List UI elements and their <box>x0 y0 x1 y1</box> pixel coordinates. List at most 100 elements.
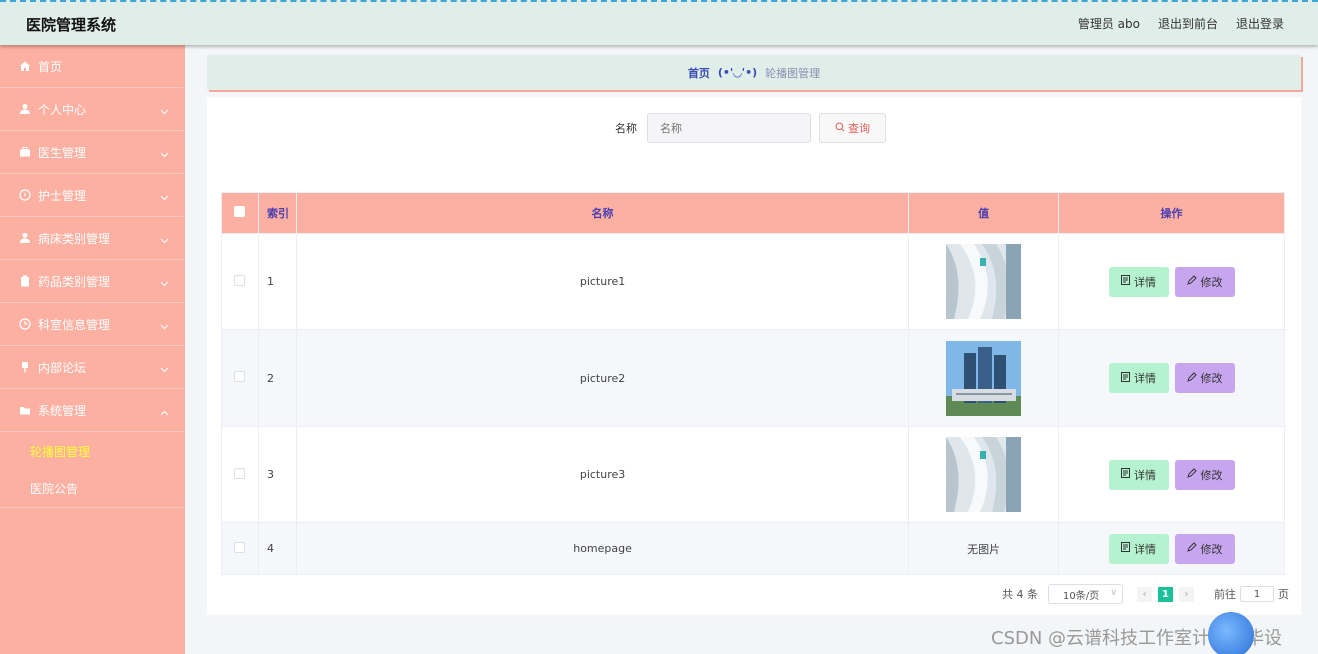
chevron-down-icon <box>160 362 169 376</box>
chevron-down-icon: ∨ <box>1110 588 1117 598</box>
select-all-checkbox[interactable] <box>234 206 246 217</box>
document-icon <box>1121 468 1131 481</box>
row-checkbox[interactable] <box>234 541 246 553</box>
row-name: picture2 <box>295 329 910 427</box>
pagination: 共 4 条 10条/页 ∨ ‹ 1 › 前往 1 页 <box>1002 584 1289 604</box>
goto-page-input[interactable]: 1 <box>1240 586 1274 602</box>
sidebar-item-label: 首页 <box>38 59 63 74</box>
row-name: homepage <box>295 522 910 575</box>
pagination-total: 共 4 条 <box>1002 588 1038 601</box>
chevron-down-icon <box>160 233 169 247</box>
sidebar-item-profile[interactable]: 个人中心 <box>0 88 185 131</box>
pin-icon <box>18 360 32 374</box>
chevron-down-icon <box>160 319 169 333</box>
detail-button[interactable]: 详情 <box>1108 533 1169 564</box>
home-icon <box>18 59 32 73</box>
front-page-link[interactable]: 退出到前台 <box>1158 15 1218 32</box>
detail-button[interactable]: 详情 <box>1108 459 1169 490</box>
select-all-cell <box>221 192 259 234</box>
document-icon <box>1121 371 1131 385</box>
chevron-up-icon <box>160 405 169 419</box>
breadcrumb-home[interactable]: 首页 <box>688 65 710 81</box>
edit-button[interactable]: 修改 <box>1174 363 1235 393</box>
column-header-actions: 操作 <box>1058 192 1285 234</box>
detail-button-label: 详情 <box>1134 372 1157 385</box>
detail-button-label: 详情 <box>1134 468 1157 482</box>
column-header-name: 名称 <box>295 192 910 234</box>
compass-icon <box>18 188 32 202</box>
row-index: 1 <box>257 233 297 330</box>
edit-button-label: 修改 <box>1200 275 1223 289</box>
clock-icon <box>18 317 32 331</box>
goto-label: 前往 <box>1214 588 1236 601</box>
chevron-down-icon <box>160 276 169 290</box>
edit-button[interactable]: 修改 <box>1174 533 1235 564</box>
column-header-value: 值 <box>908 192 1060 234</box>
column-header-index: 索引 <box>257 192 297 234</box>
page-size-select[interactable]: 10条/页 ∨ <box>1048 584 1123 604</box>
content-panel: 名称 查询 索引 名称 值 操作 1 picture1 <box>207 97 1301 615</box>
sidebar-item-label: 病床类别管理 <box>38 231 111 246</box>
logout-link[interactable]: 退出登录 <box>1236 15 1284 32</box>
sidebar-subitem-announcements[interactable]: 医院公告 <box>0 470 185 508</box>
search-bar: 名称 查询 <box>615 113 886 143</box>
chevron-down-icon <box>160 147 169 161</box>
sidebar-item-departments[interactable]: 科室信息管理 <box>0 303 185 346</box>
detail-button-label: 详情 <box>1134 542 1157 556</box>
edit-button[interactable]: 修改 <box>1174 459 1235 490</box>
detail-button[interactable]: 详情 <box>1108 363 1169 393</box>
sidebar-item-label: 科室信息管理 <box>38 317 111 332</box>
briefcase-icon <box>18 145 32 159</box>
sidebar-item-system[interactable]: 系统管理 <box>0 389 185 432</box>
prev-page-button[interactable]: ‹ <box>1137 586 1152 602</box>
sidebar-item-forum[interactable]: 内部论坛 <box>0 346 185 389</box>
sidebar-item-drug-categories[interactable]: 药品类别管理 <box>0 260 185 303</box>
breadcrumb-separator: (•'◡'•) <box>717 66 758 79</box>
row-name: picture3 <box>295 426 910 523</box>
sidebar-item-label: 药品类别管理 <box>38 274 111 289</box>
edit-icon <box>1186 468 1197 481</box>
sidebar-item-home[interactable]: 首页 <box>0 45 185 88</box>
chevron-down-icon <box>160 190 169 204</box>
edit-button-label: 修改 <box>1200 372 1223 385</box>
row-checkbox[interactable] <box>234 371 246 382</box>
sidebar: 首页 个人中心 医生管理 护士管理 病床类别管理 药品类别管理 科室信息管理 内… <box>0 45 185 654</box>
sidebar-item-label: 个人中心 <box>38 102 87 117</box>
edit-button-label: 修改 <box>1200 542 1223 556</box>
table-row: 3 picture3 详情 修改 <box>221 426 1285 523</box>
next-page-button[interactable]: › <box>1179 586 1194 602</box>
table-row: 4 homepage 无图片 详情 修改 <box>221 522 1285 575</box>
edit-icon <box>1186 542 1197 555</box>
sidebar-item-doctors[interactable]: 医生管理 <box>0 131 185 174</box>
page-size-value: 10条/页 <box>1063 590 1100 602</box>
name-search-input[interactable] <box>647 113 811 143</box>
floating-assistant-button[interactable] <box>1208 612 1254 654</box>
search-icon <box>835 122 845 135</box>
page-number-current[interactable]: 1 <box>1158 586 1173 602</box>
row-checkbox[interactable] <box>234 274 246 286</box>
edit-icon <box>1186 275 1197 288</box>
row-checkbox[interactable] <box>234 467 246 479</box>
row-index: 4 <box>257 522 297 575</box>
sidebar-subitem-carousel[interactable]: 轮播图管理 <box>0 432 185 470</box>
sidebar-item-label: 系统管理 <box>38 403 87 418</box>
table-row: 1 picture1 详情 修改 <box>221 233 1285 330</box>
detail-button-label: 详情 <box>1134 275 1157 289</box>
row-value: 无图片 <box>908 522 1060 575</box>
user-icon <box>18 231 32 245</box>
sidebar-item-label: 医生管理 <box>38 145 87 160</box>
detail-button[interactable]: 详情 <box>1108 266 1169 297</box>
sidebar-item-nurses[interactable]: 护士管理 <box>0 174 185 217</box>
row-value-cell <box>908 426 1060 523</box>
carousel-thumbnail[interactable] <box>946 340 1022 416</box>
breadcrumb: 首页 (•'◡'•) 轮播图管理 <box>207 55 1301 90</box>
edit-icon <box>1186 371 1197 385</box>
chevron-down-icon <box>160 104 169 118</box>
carousel-thumbnail[interactable] <box>946 437 1022 512</box>
carousel-thumbnail[interactable] <box>946 244 1022 319</box>
search-button[interactable]: 查询 <box>819 113 886 143</box>
edit-button[interactable]: 修改 <box>1174 266 1235 297</box>
page-suffix: 页 <box>1278 588 1289 601</box>
search-label: 名称 <box>615 122 637 135</box>
sidebar-item-bed-categories[interactable]: 病床类别管理 <box>0 217 185 260</box>
